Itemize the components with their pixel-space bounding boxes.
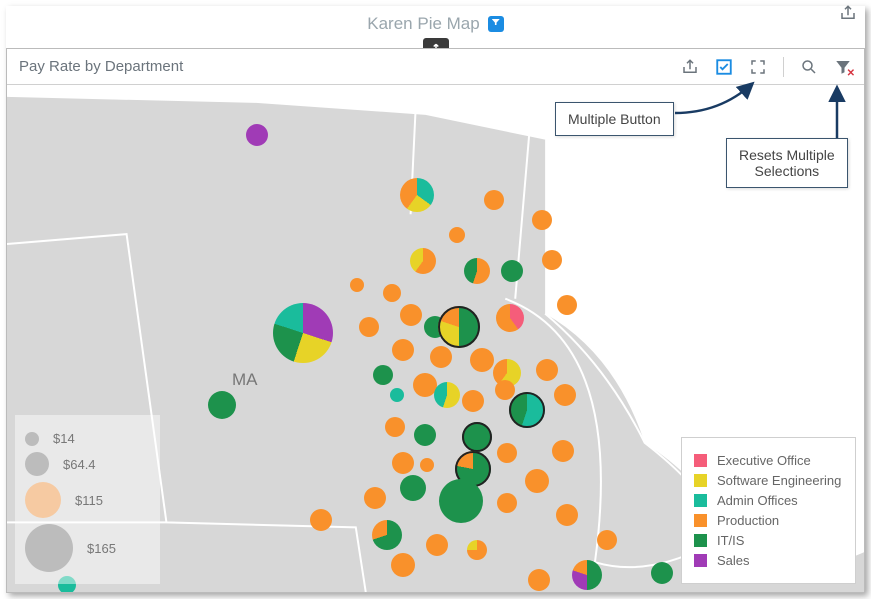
size-legend-1: $64.4 bbox=[63, 457, 96, 472]
map-pie-marker[interactable] bbox=[528, 569, 550, 591]
map-pie-marker[interactable] bbox=[400, 304, 422, 326]
multiple-select-button[interactable] bbox=[715, 58, 733, 76]
map-pie-marker[interactable] bbox=[400, 475, 426, 501]
map-pie-marker[interactable] bbox=[496, 304, 524, 332]
map-pie-marker[interactable] bbox=[310, 509, 332, 531]
active-filter-icon[interactable] bbox=[488, 16, 504, 32]
map-pie-marker[interactable] bbox=[554, 384, 576, 406]
map-pie-marker[interactable] bbox=[462, 390, 484, 412]
callout-multiple-button: Multiple Button bbox=[555, 102, 674, 136]
map-pie-marker[interactable] bbox=[449, 227, 465, 243]
callout-reset-selections: Resets Multiple Selections bbox=[726, 138, 848, 188]
dashboard-stage: Karen Pie Map Pay Rate by Department ✕ bbox=[0, 0, 871, 599]
legend-item[interactable]: Sales bbox=[694, 553, 843, 568]
map-pie-marker[interactable] bbox=[359, 317, 379, 337]
map-pie-marker[interactable] bbox=[400, 178, 434, 212]
map-pie-marker[interactable] bbox=[651, 562, 673, 584]
map-pie-marker[interactable] bbox=[532, 210, 552, 230]
color-legend: Executive Office Software Engineering Admi… bbox=[681, 437, 856, 584]
map-pie-marker[interactable] bbox=[438, 306, 480, 348]
card-toolbar: ✕ bbox=[681, 57, 852, 77]
map-pie-marker[interactable] bbox=[350, 278, 364, 292]
map-pie-marker[interactable] bbox=[467, 540, 487, 560]
map-pie-marker[interactable] bbox=[414, 424, 436, 446]
map-pie-marker[interactable] bbox=[497, 493, 517, 513]
map-pie-marker[interactable] bbox=[426, 534, 448, 556]
map-pie-marker[interactable] bbox=[410, 248, 436, 274]
map-pie-marker[interactable] bbox=[383, 284, 401, 302]
share-icon[interactable] bbox=[839, 4, 857, 22]
map-pie-marker[interactable] bbox=[392, 452, 414, 474]
map-pie-marker[interactable] bbox=[501, 260, 523, 282]
card-title: Pay Rate by Department bbox=[19, 58, 183, 75]
map-pie-marker[interactable] bbox=[470, 348, 494, 372]
card-header: Pay Rate by Department ✕ bbox=[7, 49, 864, 85]
map-card: Pay Rate by Department ✕ MA $14 $64.4 bbox=[6, 48, 865, 593]
map-pie-marker[interactable] bbox=[525, 469, 549, 493]
map-pie-marker[interactable] bbox=[462, 422, 492, 452]
legend-item[interactable]: Production bbox=[694, 513, 843, 528]
size-legend: $14 $64.4 $115 $165 bbox=[15, 415, 160, 584]
map-pie-marker[interactable] bbox=[373, 365, 393, 385]
map-pie-marker[interactable] bbox=[597, 530, 617, 550]
toolbar-separator bbox=[783, 57, 784, 77]
map-pie-marker[interactable] bbox=[420, 458, 434, 472]
map-pie-marker[interactable] bbox=[391, 553, 415, 577]
size-legend-0: $14 bbox=[53, 431, 75, 446]
size-legend-3: $165 bbox=[87, 541, 116, 556]
map-pie-marker[interactable] bbox=[557, 295, 577, 315]
dashboard-header: Karen Pie Map bbox=[6, 0, 865, 48]
map-pie-marker[interactable] bbox=[372, 520, 402, 550]
map-pie-marker[interactable] bbox=[208, 391, 236, 419]
legend-item[interactable]: Admin Offices bbox=[694, 493, 843, 508]
map-pie-marker[interactable] bbox=[509, 392, 545, 428]
map-pie-marker[interactable] bbox=[556, 504, 578, 526]
size-legend-2: $115 bbox=[75, 493, 103, 508]
map-pie-marker[interactable] bbox=[392, 339, 414, 361]
map-pie-marker[interactable] bbox=[434, 382, 460, 408]
export-icon[interactable] bbox=[681, 58, 699, 76]
map-pie-marker[interactable] bbox=[484, 190, 504, 210]
legend-item[interactable]: Software Engineering bbox=[694, 473, 843, 488]
state-label: MA bbox=[232, 370, 258, 390]
map-pie-marker[interactable] bbox=[430, 346, 452, 368]
fullscreen-icon[interactable] bbox=[749, 58, 767, 76]
reset-filter-button[interactable]: ✕ bbox=[834, 58, 852, 76]
map-pie-marker[interactable] bbox=[364, 487, 386, 509]
legend-item[interactable]: Executive Office bbox=[694, 453, 843, 468]
search-icon[interactable] bbox=[800, 58, 818, 76]
map-pie-marker[interactable] bbox=[495, 380, 515, 400]
map-pie-marker[interactable] bbox=[536, 359, 558, 381]
map-pie-marker[interactable] bbox=[439, 479, 483, 523]
map-pie-marker[interactable] bbox=[385, 417, 405, 437]
legend-item[interactable]: IT/IS bbox=[694, 533, 843, 548]
map-pie-marker[interactable] bbox=[542, 250, 562, 270]
map-pie-marker[interactable] bbox=[552, 440, 574, 462]
map-pie-marker[interactable] bbox=[246, 124, 268, 146]
map-pie-marker[interactable] bbox=[497, 443, 517, 463]
map-pie-marker[interactable] bbox=[390, 388, 404, 402]
map-pie-marker[interactable] bbox=[464, 258, 490, 284]
dashboard-title: Karen Pie Map bbox=[367, 14, 479, 34]
map-pie-marker[interactable] bbox=[273, 303, 333, 363]
map-pie-marker[interactable] bbox=[572, 560, 602, 590]
